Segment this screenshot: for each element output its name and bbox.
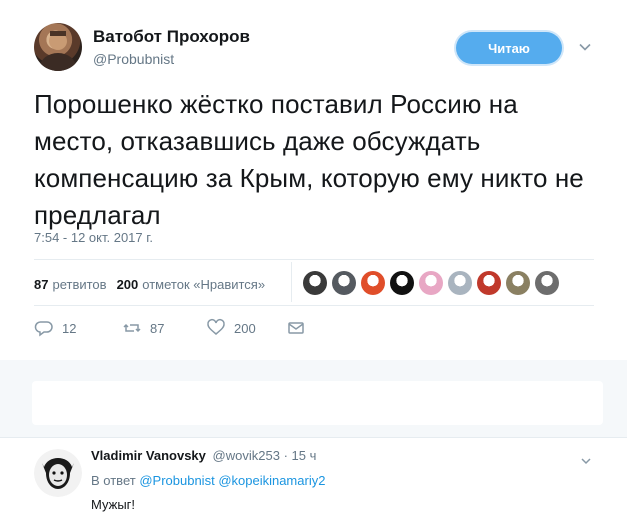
reply-action[interactable]: 12 xyxy=(34,318,122,338)
like-action[interactable]: 200 xyxy=(206,318,286,338)
reply-author-avatar[interactable] xyxy=(34,449,82,497)
reply-icon xyxy=(34,321,53,337)
reply-input[interactable] xyxy=(32,381,603,425)
tweet-actions: 12 87 200 xyxy=(34,318,306,338)
liker-avatar[interactable] xyxy=(419,271,443,295)
tweet-stats: 87 ретвитов 200 отметок «Нравится» xyxy=(34,274,275,294)
mention-link[interactable]: @kopeikinamariy2 xyxy=(218,473,325,488)
likes-label: отметок «Нравится» xyxy=(142,276,266,292)
chevron-down-icon[interactable] xyxy=(580,455,592,467)
stats-separator xyxy=(291,262,292,302)
liker-avatar[interactable] xyxy=(448,271,472,295)
mention-link[interactable]: @Probubnist xyxy=(139,473,214,488)
retweets-label: ретвитов xyxy=(52,276,107,292)
reply-to-prefix: В ответ xyxy=(91,473,136,488)
tweet-card: Ватобот Прохоров @Probubnist Читаю Порош… xyxy=(0,0,627,378)
tweet-text: Порошенко жёстко поставил Россию на мест… xyxy=(34,89,584,230)
message-action[interactable] xyxy=(286,318,306,338)
author-avatar[interactable] xyxy=(34,23,82,71)
reply-text: Мужыг! xyxy=(91,497,136,512)
reply-to-line: В ответ @Probubnist @kopeikinamariy2 xyxy=(91,473,325,488)
reply-time[interactable]: · 15 ч xyxy=(284,448,317,463)
liker-avatar[interactable] xyxy=(477,271,501,295)
envelope-icon xyxy=(288,322,304,334)
retweet-count: 87 xyxy=(150,320,165,336)
retweets-count: 87 xyxy=(34,276,49,292)
divider xyxy=(34,259,594,260)
likes-count: 200 xyxy=(116,276,139,292)
liker-avatar[interactable] xyxy=(332,271,356,295)
reply-header: Vladimir Vanovsky @wovik253 · 15 ч xyxy=(91,448,316,463)
reply-author-handle[interactable]: @wovik253 xyxy=(213,448,280,463)
liker-avatar[interactable] xyxy=(535,271,559,295)
liker-avatar[interactable] xyxy=(390,271,414,295)
liker-avatar[interactable] xyxy=(303,271,327,295)
following-button[interactable]: Читаю xyxy=(456,32,562,64)
retweet-action[interactable]: 87 xyxy=(122,318,206,338)
liker-avatar[interactable] xyxy=(506,271,530,295)
reply-author-name[interactable]: Vladimir Vanovsky xyxy=(91,448,206,463)
retweet-icon xyxy=(123,323,141,333)
retweets-stat[interactable]: 87 ретвитов xyxy=(34,277,107,292)
tweet-timestamp[interactable]: 7:54 - 12 окт. 2017 г. xyxy=(34,230,153,245)
likers-avatars[interactable] xyxy=(303,271,564,295)
liker-avatar[interactable] xyxy=(361,271,385,295)
author-name[interactable]: Ватобот Прохоров xyxy=(93,27,250,47)
reply-count: 12 xyxy=(62,320,77,336)
author-handle[interactable]: @Probubnist xyxy=(93,51,174,67)
likes-stat[interactable]: 200 отметок «Нравится» xyxy=(117,277,266,292)
like-count: 200 xyxy=(234,320,256,336)
divider xyxy=(34,305,594,306)
heart-icon xyxy=(207,319,225,335)
chevron-down-icon[interactable] xyxy=(578,40,592,54)
